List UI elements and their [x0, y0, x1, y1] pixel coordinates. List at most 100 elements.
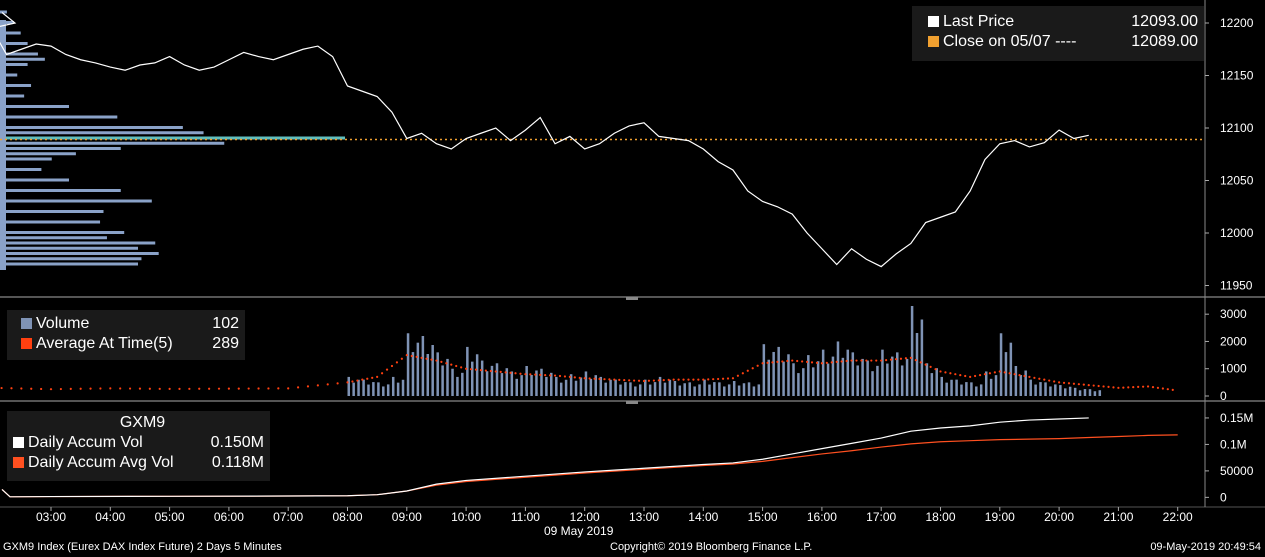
x-tick-label: 16:00	[807, 510, 837, 524]
avg-volume-dot	[410, 354, 413, 358]
avg-value: 289	[212, 335, 239, 352]
volume-bar	[905, 358, 909, 396]
accum-value: 0.150M	[210, 434, 264, 451]
volume-bar	[436, 352, 439, 396]
volume-bar	[826, 363, 830, 396]
avg-volume-dot	[563, 375, 567, 378]
avg-volume-dot	[430, 358, 433, 361]
avg-volume-dot	[529, 373, 532, 376]
avg-volume-dot	[1043, 378, 1046, 381]
avg-volume-dot	[519, 372, 522, 375]
avg-volume-dot	[998, 370, 1001, 373]
volume-bar	[510, 371, 514, 396]
x-tick-label: 05:00	[155, 510, 185, 524]
volume-bar	[1044, 382, 1047, 396]
volume-bar	[421, 336, 425, 396]
volume-bar	[713, 382, 716, 396]
avg-volume-dot	[1151, 386, 1155, 389]
avg-volume-dot	[593, 377, 596, 380]
price-legend: Last Price 12093.00 Close on 05/07 ---- …	[912, 6, 1204, 61]
volume-bar	[762, 344, 766, 396]
y-tick-label: 0	[1220, 389, 1227, 403]
avg-volume-dot	[509, 371, 512, 374]
x-tick-label: 13:00	[629, 510, 659, 524]
volume-bar	[584, 371, 588, 396]
x-tick-label: 08:00	[332, 510, 362, 524]
close-label: Close on 05/07 ----	[943, 33, 1077, 50]
footer-copyright: Copyright© 2019 Bloomberg Finance L.P.	[610, 541, 813, 553]
volume-bar	[782, 361, 785, 396]
avg-volume-dot	[1053, 380, 1056, 383]
volume-bar	[975, 386, 978, 396]
avg-volume-dot	[944, 371, 947, 374]
y-tick-label: 0.1M	[1220, 437, 1247, 451]
accum-avg-label: Daily Accum Avg Vol	[28, 454, 174, 471]
y-tick-label: 12050	[1220, 174, 1254, 188]
avg-volume-dot	[198, 387, 201, 390]
volume-bar	[663, 382, 667, 396]
avg-volume-dot	[1087, 383, 1090, 387]
profile-bar	[0, 241, 156, 245]
avg-volume-dot	[697, 378, 700, 381]
avg-volume-dot	[445, 362, 448, 365]
avg-volume-dot	[667, 378, 670, 381]
avg-volume-dot	[677, 378, 680, 381]
volume-bar	[386, 384, 390, 396]
profile-bar	[0, 210, 104, 213]
avg-volume-dot	[810, 361, 814, 364]
volume-bar	[910, 306, 914, 396]
volume-bar	[530, 375, 533, 396]
volume-bar	[703, 379, 706, 396]
avg-volume-dot	[415, 355, 418, 359]
avg-volume-dot	[188, 387, 191, 390]
avg-volume-dot	[801, 360, 804, 363]
avg-volume-dot	[1132, 386, 1135, 389]
avg-volume-dot	[840, 360, 843, 363]
avg-volume-dot	[1097, 384, 1100, 388]
volume-value: 102	[212, 315, 239, 332]
last-price-swatch	[928, 16, 939, 27]
avg-volume-dot	[766, 361, 769, 364]
last-price-value: 12093.00	[1131, 13, 1198, 30]
avg-volume-dot	[1018, 373, 1021, 377]
avg-volume-dot	[128, 387, 132, 390]
avg-volume-dot	[40, 387, 43, 391]
x-tick-label: 20:00	[1044, 510, 1074, 524]
avg-volume-dot	[361, 378, 364, 381]
avg-volume-dot	[208, 387, 211, 390]
volume-bar	[737, 385, 741, 396]
x-axis-date: 09 May 2019	[544, 524, 614, 538]
x-tick-label: 09:00	[392, 510, 422, 524]
avg-volume-dot	[465, 367, 468, 370]
close-value: 12089.00	[1131, 33, 1198, 50]
avg-volume-dot	[420, 356, 423, 359]
volume-bar	[1029, 379, 1032, 396]
volume-bar	[609, 379, 612, 396]
avg-volume-dot	[583, 377, 586, 380]
avg-volume-dot	[316, 384, 319, 387]
avg-volume-dot	[959, 373, 962, 377]
avg-volume-dot	[712, 378, 715, 381]
avg-volume-dot	[904, 357, 908, 360]
profile-bar	[0, 126, 183, 129]
volume-bar	[970, 382, 973, 396]
avg-volume-dot	[909, 356, 912, 359]
volume-bar	[515, 378, 518, 396]
volume-bar	[1039, 382, 1042, 396]
avg-volume-dot	[623, 378, 626, 382]
avg-volume-dot	[1142, 385, 1145, 388]
avg-volume-dot	[544, 373, 547, 377]
avg-volume-dot	[815, 361, 819, 364]
volume-bar	[411, 352, 415, 396]
avg-volume-dot	[860, 359, 863, 362]
volume-bar	[500, 373, 504, 396]
volume-bar	[555, 376, 558, 396]
avg-volume-dot	[109, 387, 112, 390]
avg-volume-dot	[717, 377, 720, 381]
volume-bar	[1083, 389, 1087, 396]
avg-volume-dot	[657, 379, 660, 382]
avg-volume-dot	[1062, 381, 1066, 384]
avg-volume-dot	[356, 379, 359, 382]
avg-volume-dot	[929, 365, 932, 369]
volume-bar	[950, 379, 953, 396]
